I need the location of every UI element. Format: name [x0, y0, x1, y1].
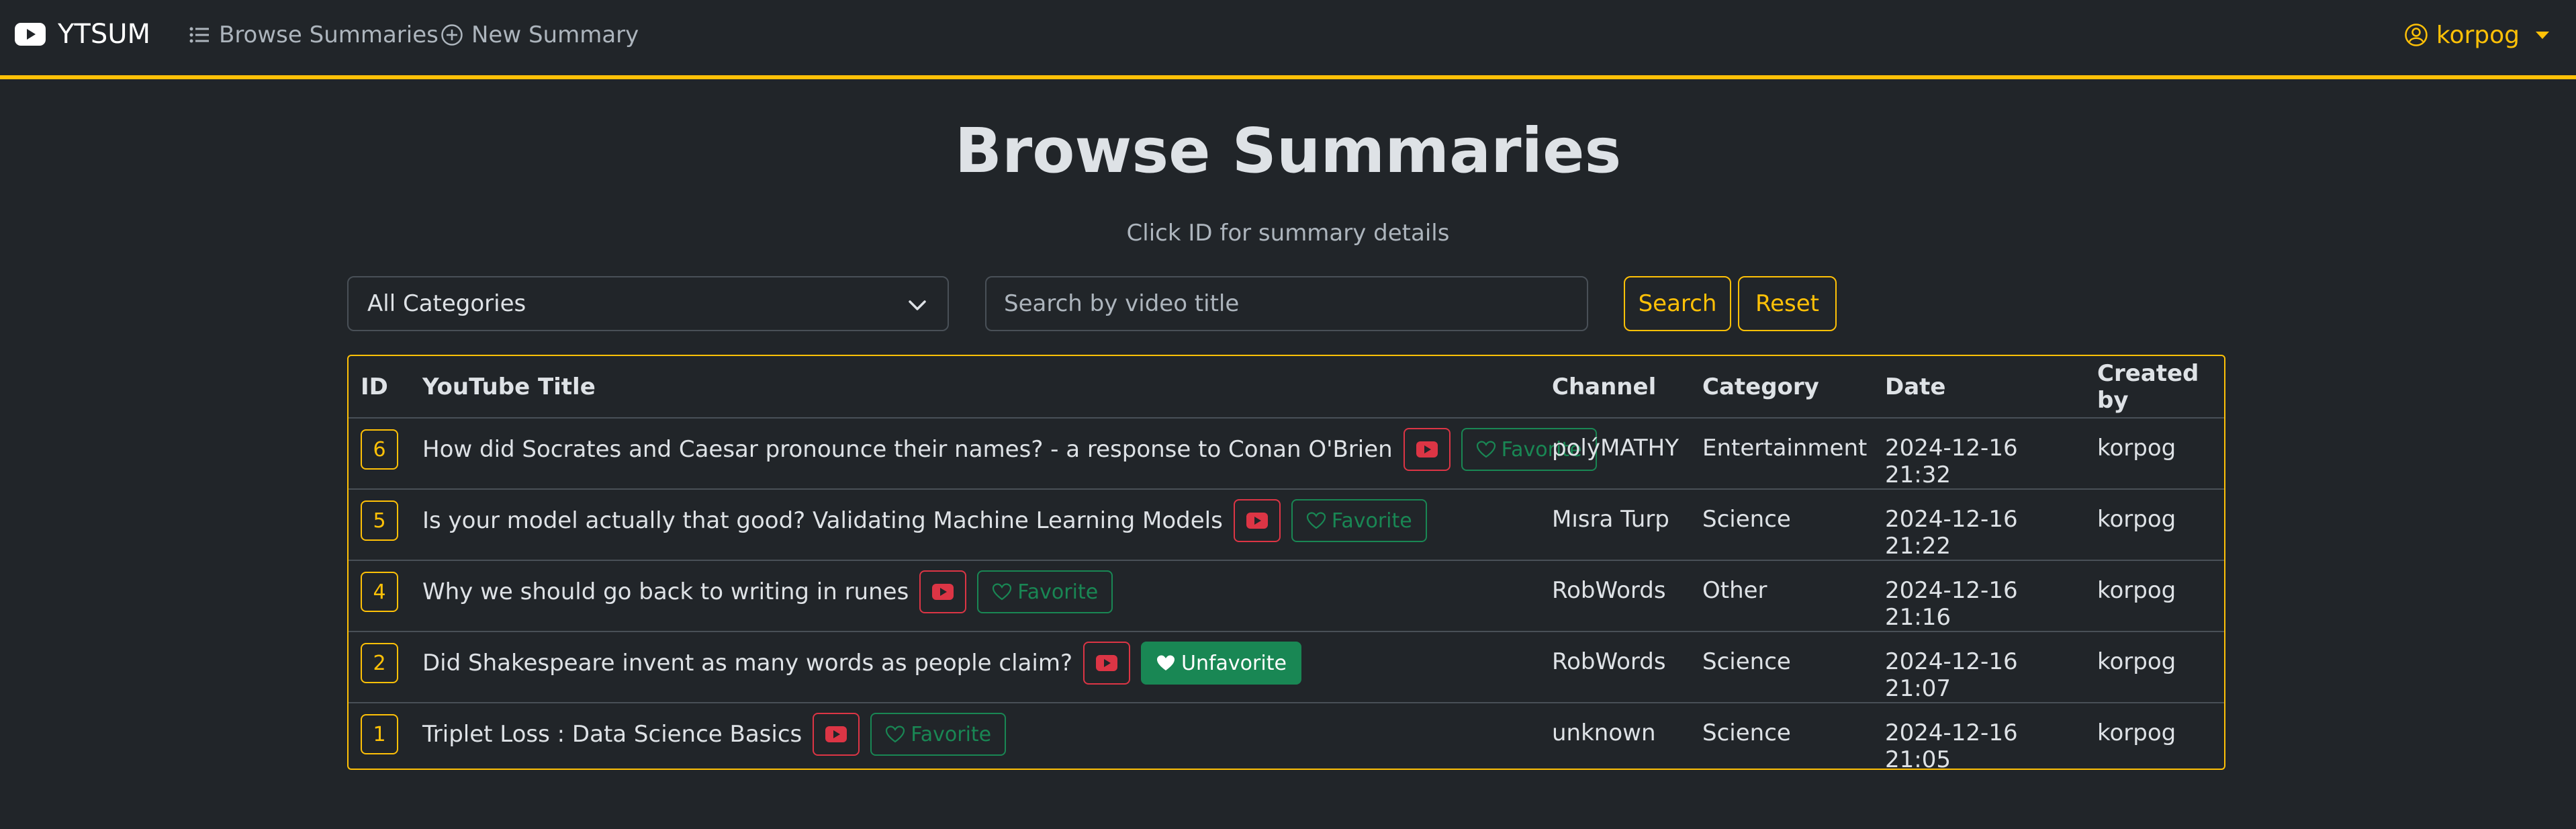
heart-outline-icon	[1476, 441, 1496, 458]
reset-button[interactable]: Reset	[1738, 276, 1837, 331]
header-id: ID	[349, 356, 413, 419]
summary-id-button[interactable]: 2	[361, 643, 398, 683]
summary-id-button[interactable]: 5	[361, 500, 398, 541]
date-cell: 2024-12-16 21:22	[1874, 489, 2086, 561]
unfavorite-button[interactable]: Unfavorite	[1141, 642, 1301, 685]
nav-browse-label: Browse Summaries	[219, 21, 439, 48]
user-menu-dropdown[interactable]: korpog	[2404, 19, 2549, 51]
category-select[interactable]: All Categories	[347, 276, 949, 331]
caret-down-icon	[2536, 31, 2549, 39]
summary-id-button[interactable]: 1	[361, 714, 398, 754]
table-row: 4 Why we should go back to writing in ru…	[349, 560, 2224, 632]
youtube-play-icon	[825, 726, 847, 742]
nav-new-label: New Summary	[471, 21, 639, 48]
brand-label: YTSUM	[58, 19, 151, 50]
channel-cell: Mısra Turp	[1541, 489, 1692, 561]
watch-on-youtube-button[interactable]	[1083, 642, 1130, 685]
watch-on-youtube-button[interactable]	[1403, 428, 1451, 471]
channel-cell: unknown	[1552, 719, 1656, 746]
summary-id-button[interactable]: 4	[361, 572, 398, 612]
video-title: Did Shakespeare invent as many words as …	[422, 650, 1072, 677]
youtube-play-icon	[1246, 513, 1268, 529]
favorite-button[interactable]: Favorite	[870, 713, 1007, 756]
video-title: Why we should go back to writing in rune…	[422, 578, 909, 605]
category-cell: Science	[1702, 719, 1791, 746]
youtube-play-icon	[932, 584, 954, 600]
date-cell: 2024-12-16 21:16	[1874, 560, 2086, 632]
channel-cell: RobWords	[1541, 631, 1692, 703]
date-cell: 2024-12-16 21:07	[1874, 631, 2086, 703]
date-cell: 2024-12-16 21:05	[1885, 719, 2018, 770]
summaries-table: ID YouTube Title Channel Category Date C…	[347, 355, 2225, 770]
favorite-button[interactable]: Favorite	[977, 570, 1113, 613]
table-header-row: ID YouTube Title Channel Category Date C…	[349, 356, 2224, 419]
favorite-label: Favorite	[1017, 580, 1099, 604]
nav-new-summary[interactable]: New Summary	[441, 20, 639, 50]
header-category: Category	[1692, 356, 1874, 419]
header-created-by: Created by	[2086, 356, 2224, 419]
watch-on-youtube-button[interactable]	[813, 713, 860, 756]
table-body: 6 How did Socrates and Caesar pronounce …	[349, 418, 2224, 770]
video-title: How did Socrates and Caesar pronounce th…	[422, 436, 1393, 463]
favorite-button[interactable]: Favorite	[1291, 499, 1427, 542]
header-date: Date	[1874, 356, 2086, 419]
plus-circle-icon	[441, 24, 463, 46]
table-row: 1 Triplet Loss : Data Science Basics Fav…	[349, 703, 2224, 770]
nav-browse-summaries[interactable]: Browse Summaries	[188, 20, 439, 50]
category-cell: Science	[1692, 631, 1874, 703]
username: korpog	[2436, 21, 2520, 49]
category-cell: Other	[1692, 560, 1874, 632]
person-circle-icon	[2405, 24, 2428, 46]
youtube-play-icon	[1416, 441, 1438, 457]
watch-on-youtube-button[interactable]	[919, 570, 967, 613]
brand-link[interactable]: YTSUM	[15, 17, 150, 51]
search-button[interactable]: Search	[1624, 276, 1731, 331]
table-row: 5 Is your model actually that good? Vali…	[349, 489, 2224, 561]
date-cell: 2024-12-16 21:32	[1874, 418, 2086, 490]
heart-outline-icon	[886, 726, 905, 743]
created-by-cell: korpog	[2086, 631, 2224, 703]
created-by-cell: korpog	[2097, 719, 2176, 746]
unfavorite-label: Unfavorite	[1181, 651, 1287, 675]
created-by-cell: korpog	[2086, 489, 2224, 561]
channel-cell: RobWords	[1541, 560, 1692, 632]
heart-filled-icon	[1157, 655, 1175, 670]
header-channel: Channel	[1541, 356, 1692, 419]
youtube-play-icon	[1096, 655, 1117, 671]
youtube-logo-icon	[15, 23, 46, 46]
watch-on-youtube-button[interactable]	[1233, 499, 1281, 542]
created-by-cell: korpog	[2086, 418, 2224, 490]
list-icon	[189, 27, 209, 43]
video-title: Triplet Loss : Data Science Basics	[422, 721, 802, 748]
heart-outline-icon	[993, 583, 1012, 601]
heart-outline-icon	[1306, 512, 1326, 529]
page-title: Browse Summaries	[954, 115, 1622, 187]
created-by-cell: korpog	[2086, 560, 2224, 632]
search-input[interactable]	[985, 276, 1588, 331]
table-row: 6 How did Socrates and Caesar pronounce …	[349, 418, 2224, 490]
page-subtitle: Click ID for summary details	[1126, 220, 1450, 247]
video-title: Is your model actually that good? Valida…	[422, 507, 1223, 534]
summary-id-button[interactable]: 6	[361, 429, 398, 470]
header-title: YouTube Title	[413, 356, 1541, 419]
category-cell: Entertainment	[1692, 418, 1874, 490]
category-select-value: All Categories	[367, 290, 526, 317]
favorite-label: Favorite	[1331, 509, 1412, 533]
table-row: 2 Did Shakespeare invent as many words a…	[349, 631, 2224, 703]
category-cell: Science	[1692, 489, 1874, 561]
favorite-label: Favorite	[911, 722, 992, 746]
chevron-down-icon	[909, 300, 926, 310]
navbar: YTSUM Browse Summaries New Summary korpo…	[0, 0, 2576, 79]
